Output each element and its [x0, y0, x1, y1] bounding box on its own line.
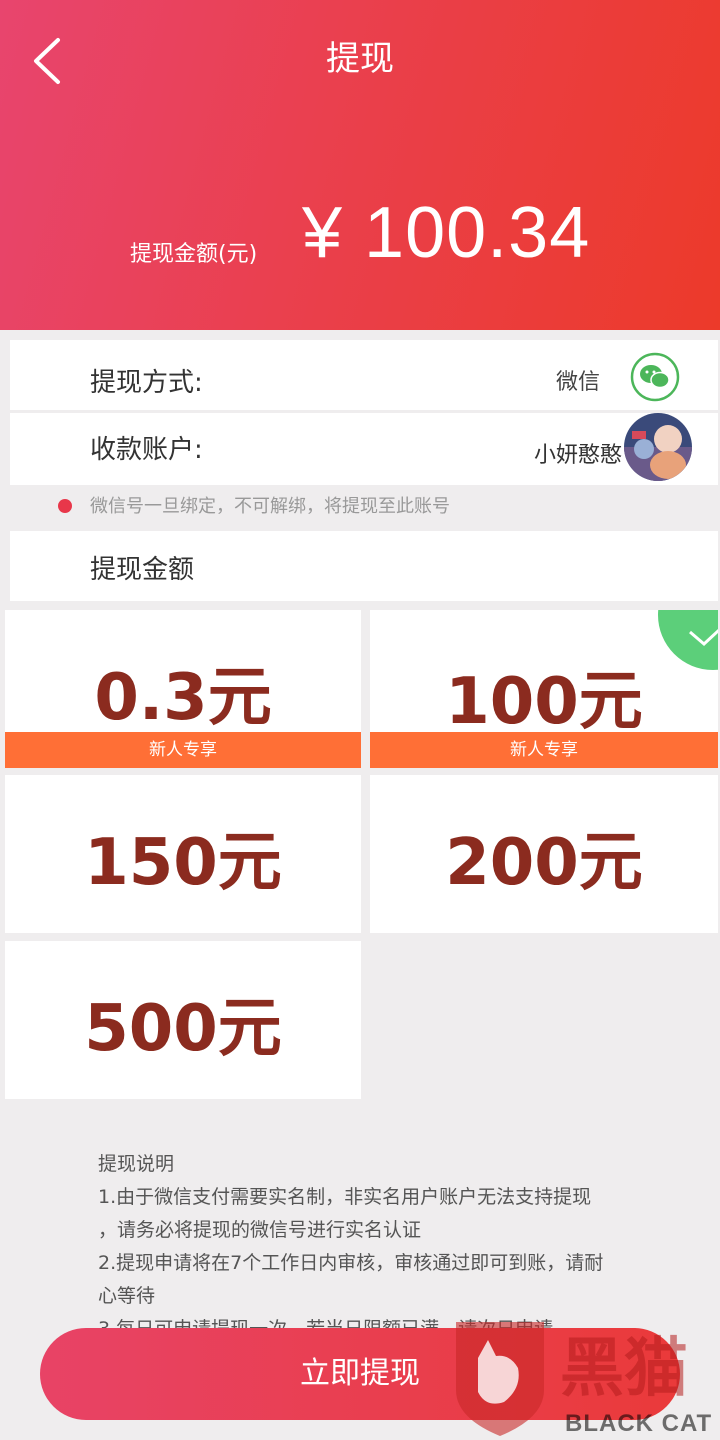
amount-option-value: 500元: [84, 992, 282, 1066]
instructions-title: 提现说明: [98, 1153, 175, 1175]
newcomer-tag: 新人专享: [5, 732, 361, 768]
newcomer-tag: 新人专享: [370, 732, 718, 768]
selected-check-icon: [658, 610, 718, 670]
notice-dot-icon: [58, 499, 72, 513]
balance-amount: ¥ 100.34: [302, 193, 591, 273]
withdraw-method-label: 提现方式:: [90, 368, 203, 398]
withdraw-instructions: 提现说明 1.由于微信支付需要实名制，非实名用户账户无法支持提现 ，请务必将提现…: [98, 1148, 678, 1346]
amount-option-200[interactable]: 200元: [370, 775, 718, 933]
wechat-icon: [630, 352, 680, 402]
amount-option-value: 0.3元: [94, 661, 272, 735]
amount-option-100[interactable]: 100元 新人专享: [370, 610, 718, 768]
svg-text:黑猫: 黑猫: [560, 1332, 688, 1406]
instructions-line: 1.由于微信支付需要实名制，非实名用户账户无法支持提现: [98, 1186, 592, 1208]
withdraw-method-value: 微信: [555, 370, 600, 395]
avatar: [624, 413, 692, 481]
account-name: 小妍憨憨: [533, 443, 622, 468]
instructions-line: 2.提现申请将在7个工作日内审核，审核通过即可到账，请耐: [98, 1252, 604, 1274]
instructions-line: ，请务必将提现的微信号进行实名认证: [98, 1219, 422, 1241]
withdraw-amount-header: 提现金额: [10, 531, 718, 601]
withdraw-amount-label: 提现金额: [90, 555, 195, 585]
amount-option-150[interactable]: 150元: [5, 775, 361, 933]
withdraw-method-row[interactable]: 提现方式: 微信: [10, 340, 718, 410]
bind-notice: 微信号一旦绑定，不可解绑，将提现至此账号: [58, 492, 450, 518]
amount-option-500[interactable]: 500元: [5, 941, 361, 1099]
amount-option-value: 200元: [445, 826, 643, 900]
receiving-account-label: 收款账户:: [90, 435, 203, 465]
watermark-text: BLACK CAT: [565, 1410, 713, 1437]
amount-option-value: 150元: [84, 826, 282, 900]
amount-label: 提现金额(元): [130, 242, 258, 267]
receiving-account-row[interactable]: 收款账户: 小妍憨憨: [10, 413, 718, 485]
amount-option-0-3[interactable]: 0.3元 新人专享: [5, 610, 361, 768]
header: 提现 提现金额(元) ¥ 100.34: [0, 0, 720, 330]
instructions-line: 心等待: [98, 1285, 156, 1307]
page-title: 提现: [326, 39, 394, 79]
